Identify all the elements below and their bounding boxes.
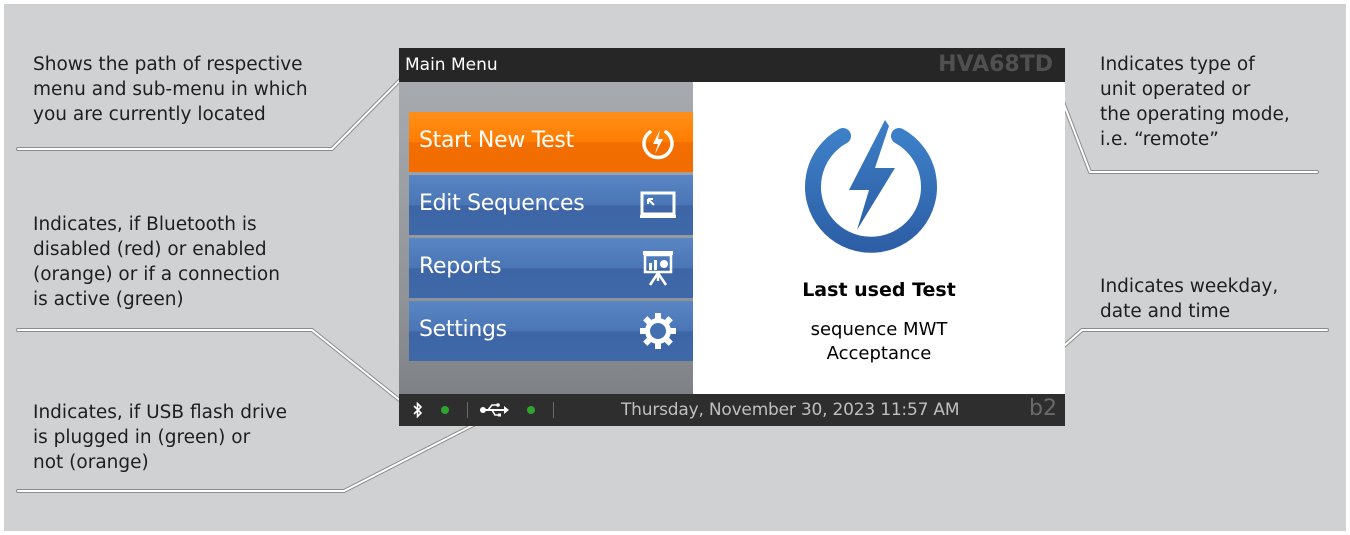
- usb-status-indicator: [527, 406, 535, 414]
- bluetooth-status-indicator: [441, 406, 449, 414]
- main-menu-panel: Start New Test Edit Sequences Reports Se…: [399, 82, 693, 394]
- menu-item-edit-sequences[interactable]: Edit Sequences: [409, 175, 693, 235]
- menu-item-start-new-test[interactable]: Start New Test: [409, 112, 693, 172]
- leader-line-bluetooth: [16, 328, 414, 412]
- unit-type-label: HVA68TD: [938, 52, 1053, 77]
- leader-line-path: [16, 68, 412, 151]
- separator: [553, 402, 554, 418]
- menu-item-label: Start New Test: [419, 128, 574, 153]
- leader-line-unit: [1048, 66, 1319, 174]
- presentation-icon: [643, 251, 673, 286]
- power-logo-icon: [805, 120, 937, 253]
- status-bar: Thursday, November 30, 2023 11:57 AM b2: [399, 394, 1065, 426]
- menu-item-label: Edit Sequences: [419, 191, 585, 216]
- menu-path: Main Menu: [405, 55, 498, 75]
- menu-item-reports[interactable]: Reports: [409, 238, 693, 298]
- separator: [467, 402, 468, 418]
- menu-item-settings[interactable]: Settings: [409, 301, 693, 361]
- power-icon: [642, 130, 674, 160]
- last-used-test-line: sequence MWT: [810, 319, 948, 340]
- device-screen: Main Menu HVA68TD Start New Test Edit Se…: [399, 48, 1065, 426]
- top-bar: Main Menu HVA68TD: [399, 48, 1065, 82]
- gear-icon: [640, 313, 676, 349]
- leader-line-usb: [16, 414, 493, 493]
- menu-item-label: Settings: [419, 317, 507, 342]
- monitor-icon: [640, 191, 676, 218]
- usb-icon: [480, 403, 509, 417]
- last-used-test-panel[interactable]: Last used Test sequence MWT Acceptance: [693, 82, 1065, 394]
- datetime-display: Thursday, November 30, 2023 11:57 AM: [621, 400, 960, 420]
- brand-logo: b2: [1029, 396, 1057, 421]
- bluetooth-icon: [413, 402, 423, 418]
- last-used-test-line: Acceptance: [826, 343, 932, 364]
- last-used-test-title: Last used Test: [802, 279, 956, 301]
- last-used-test-name: sequence MWT Acceptance: [693, 318, 1065, 366]
- menu-item-label: Reports: [419, 254, 502, 279]
